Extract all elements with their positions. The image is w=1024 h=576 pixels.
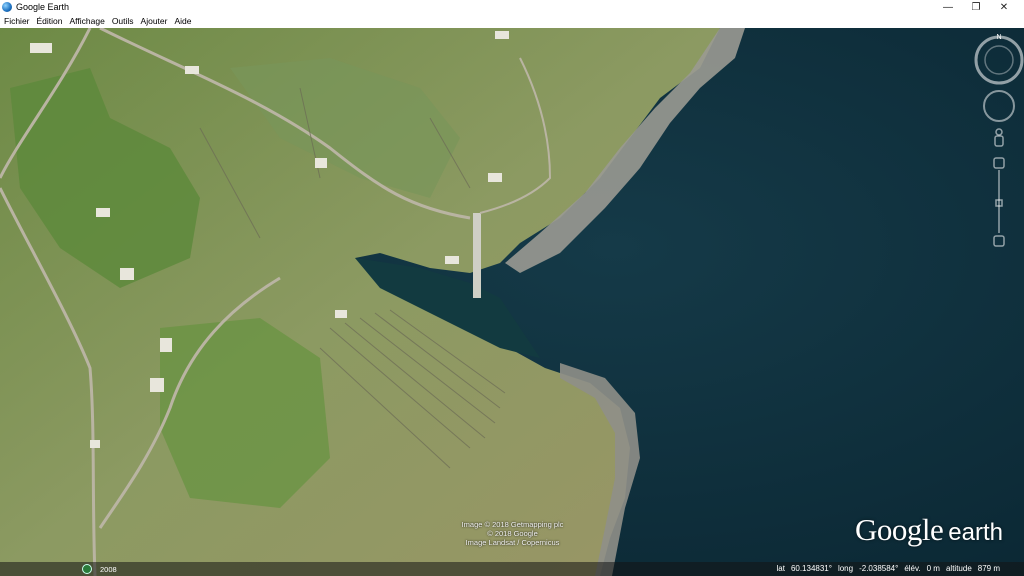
menu-aide[interactable]: Aide — [170, 16, 194, 26]
menu-bar: Fichier Édition Affichage Outils Ajouter… — [0, 14, 1024, 29]
compass-north-label: N — [996, 34, 1001, 41]
map-view[interactable] — [0, 28, 1024, 576]
menu-affichage[interactable]: Affichage — [66, 16, 108, 26]
elevation-value: 0 m — [926, 564, 940, 573]
altitude-value: 879 m — [977, 564, 1000, 573]
close-button[interactable]: ✕ — [990, 0, 1018, 14]
historical-imagery-icon[interactable] — [82, 564, 92, 574]
pier — [473, 213, 481, 298]
menu-fichier[interactable]: Fichier — [0, 16, 33, 26]
lat-value: 60.134831° — [790, 564, 832, 573]
menu-outils[interactable]: Outils — [108, 16, 137, 26]
google-earth-app-icon — [2, 2, 12, 12]
long-value: -2.038584° — [859, 564, 899, 573]
lat-label: lat — [776, 564, 785, 573]
imagery-attribution: Image © 2018 Getmapping plc © 2018 Googl… — [440, 520, 585, 547]
compass-ring-icon[interactable] — [974, 35, 1024, 85]
window-title: Google Earth — [16, 2, 70, 12]
status-bar: 2008 lat 60.134831° long -2.038584° élév… — [0, 562, 1024, 576]
maximize-button[interactable]: ❐ — [962, 0, 990, 14]
logo-google-text: Google — [855, 512, 944, 547]
attribution-line: Image © 2018 Getmapping plc — [461, 520, 564, 529]
attribution-line: Image Landsat / Copernicus — [465, 538, 560, 547]
logo-earth-text: earth — [948, 519, 1003, 546]
zoom-slider-icon[interactable] — [993, 157, 1005, 247]
attribution-line: © 2018 Google — [487, 529, 538, 538]
google-earth-logo: Google earth — [855, 512, 1003, 548]
minimize-button[interactable]: — — [934, 0, 962, 14]
long-label: long — [837, 564, 854, 573]
pegman-icon[interactable] — [994, 128, 1004, 147]
coordinate-readout: lat 60.134831° long -2.038584° élév. 0 m… — [770, 564, 1000, 573]
menu-ajouter[interactable]: Ajouter — [137, 16, 171, 26]
elevation-label: élév. — [904, 564, 921, 573]
altitude-label: altitude — [945, 564, 972, 573]
title-bar: Google Earth — ❐ ✕ — [0, 0, 1024, 14]
satellite-imagery[interactable] — [0, 28, 1024, 576]
menu-edition[interactable]: Édition — [33, 16, 66, 26]
imagery-year: 2008 — [100, 565, 117, 574]
navigation-controls: N — [974, 28, 1024, 258]
look-joystick-icon[interactable] — [983, 90, 1015, 122]
